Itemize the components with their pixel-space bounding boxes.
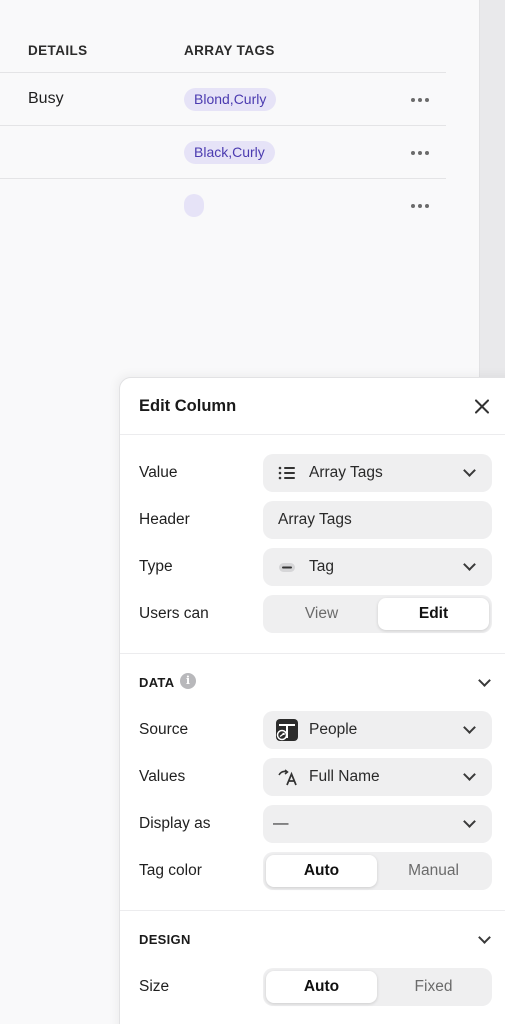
type-label: Type xyxy=(139,558,173,575)
tag-chip: Black,Curly xyxy=(184,141,275,164)
chevron-down-icon[interactable] xyxy=(478,931,491,944)
row-more-icon[interactable] xyxy=(407,92,433,108)
users-can-toggle: View Edit xyxy=(263,595,492,633)
values-select-text: Full Name xyxy=(309,768,380,785)
edit-column-panel: Edit Column Value Array Tags Header Arra… xyxy=(119,377,505,1024)
type-select-text: Tag xyxy=(309,558,334,575)
tag-color-auto-option[interactable]: Auto xyxy=(266,855,377,887)
users-can-view-option[interactable]: View xyxy=(266,598,377,630)
design-section-title[interactable]: DESIGN xyxy=(139,932,191,947)
design-section: DESIGN Size Auto Fixed xyxy=(120,911,505,1024)
general-section: Value Array Tags Header Array Tags Type xyxy=(120,435,505,654)
users-can-edit-option[interactable]: Edit xyxy=(378,598,489,630)
header-field: Header Array Tags xyxy=(120,501,492,539)
table-row[interactable]: Black,Curly xyxy=(0,126,446,179)
list-icon xyxy=(278,466,295,480)
value-field: Value Array Tags xyxy=(120,454,492,492)
type-field: Type Tag xyxy=(120,548,492,586)
size-field: Size Auto Fixed xyxy=(120,968,492,1006)
type-select[interactable]: Tag xyxy=(263,548,492,586)
display-as-select-text: — xyxy=(273,815,289,832)
display-as-field: Display as — xyxy=(120,805,492,843)
value-select[interactable]: Array Tags xyxy=(263,454,492,492)
value-label: Value xyxy=(139,464,178,481)
size-auto-option[interactable]: Auto xyxy=(266,971,377,1003)
chevron-down-icon[interactable] xyxy=(478,674,491,687)
display-as-select[interactable]: — xyxy=(263,805,492,843)
data-section: DATA i Source People Values Full Name Di… xyxy=(120,654,505,911)
source-field: Source People xyxy=(120,711,492,749)
values-label: Values xyxy=(139,768,186,785)
size-fixed-option[interactable]: Fixed xyxy=(378,971,489,1003)
data-section-title[interactable]: DATA xyxy=(139,675,174,690)
size-toggle: Auto Fixed xyxy=(263,968,492,1006)
panel-title: Edit Column xyxy=(139,397,237,415)
size-label: Size xyxy=(139,978,170,995)
chevron-down-icon xyxy=(463,768,476,781)
chevron-down-icon xyxy=(463,721,476,734)
header-label: Header xyxy=(139,511,190,528)
table-header: DETAILS ARRAY TAGS xyxy=(0,0,446,73)
chevron-down-icon xyxy=(463,558,476,571)
chevron-down-icon xyxy=(463,815,476,828)
header-input-text: Array Tags xyxy=(278,511,352,528)
tag-chip-empty xyxy=(184,194,204,217)
users-can-field: Users can View Edit xyxy=(120,595,492,633)
table-link-icon xyxy=(276,719,298,741)
row-more-icon[interactable] xyxy=(407,198,433,214)
table-row[interactable] xyxy=(0,179,446,232)
details-cell: Busy xyxy=(28,90,64,107)
tag-chip: Blond,Curly xyxy=(184,88,277,111)
column-header-details[interactable]: DETAILS xyxy=(28,43,88,58)
source-select[interactable]: People xyxy=(263,711,492,749)
panel-header: Edit Column xyxy=(120,378,505,435)
row-more-icon[interactable] xyxy=(407,145,433,161)
tag-color-field: Tag color Auto Manual xyxy=(120,852,492,890)
table-row[interactable]: Busy Blond,Curly xyxy=(0,73,446,126)
source-select-text: People xyxy=(309,721,358,738)
display-as-label: Display as xyxy=(139,815,211,832)
text-arrow-icon xyxy=(278,769,297,786)
tag-color-manual-option[interactable]: Manual xyxy=(378,855,489,887)
column-header-array-tags[interactable]: ARRAY TAGS xyxy=(184,43,275,58)
values-field: Values Full Name xyxy=(120,758,492,796)
info-icon[interactable]: i xyxy=(180,673,196,689)
tag-pill-icon xyxy=(279,563,295,572)
values-select[interactable]: Full Name xyxy=(263,758,492,796)
header-input[interactable]: Array Tags xyxy=(263,501,492,539)
data-table: DETAILS ARRAY TAGS Busy Blond,Curly Blac… xyxy=(0,0,446,232)
value-select-text: Array Tags xyxy=(309,464,383,481)
users-can-label: Users can xyxy=(139,605,209,622)
source-label: Source xyxy=(139,721,189,738)
close-icon[interactable] xyxy=(472,396,492,416)
tag-color-toggle: Auto Manual xyxy=(263,852,492,890)
tag-color-label: Tag color xyxy=(139,862,202,879)
chevron-down-icon xyxy=(463,464,476,477)
